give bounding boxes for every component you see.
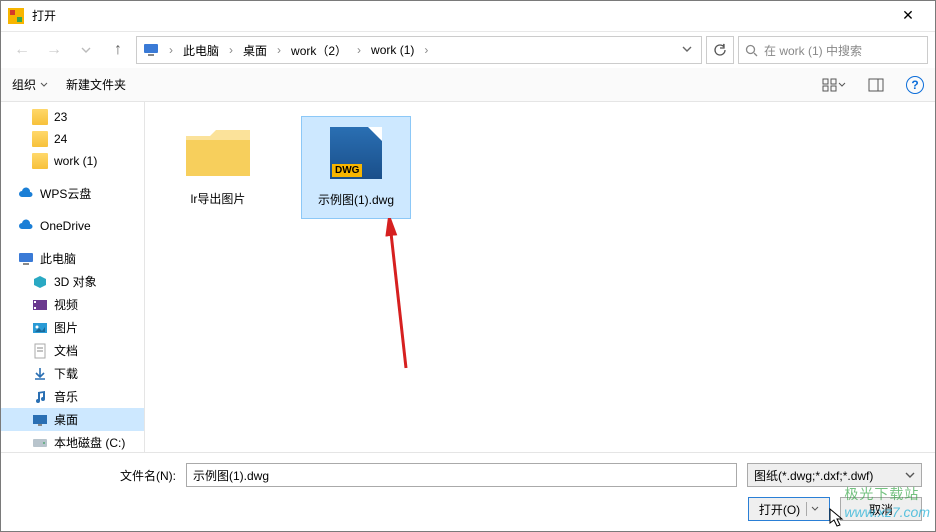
chevron-icon: ›: [353, 43, 365, 57]
breadcrumb-dropdown[interactable]: [679, 43, 695, 57]
search-input[interactable]: 在 work (1) 中搜索: [738, 36, 928, 64]
chevron-icon: ›: [165, 43, 177, 57]
pc-icon: [143, 42, 159, 58]
sidebar-item-3[interactable]: WPS云盘: [0, 182, 144, 205]
sidebar-item-6[interactable]: 3D 对象: [0, 270, 144, 293]
sidebar-item-2[interactable]: work (1): [0, 150, 144, 172]
view-mode-button[interactable]: [822, 73, 846, 97]
app-icon: [8, 8, 24, 24]
up-button[interactable]: ↑: [104, 36, 132, 64]
recent-dropdown[interactable]: [72, 36, 100, 64]
back-button[interactable]: ←: [8, 36, 36, 64]
chevron-icon: ›: [420, 43, 432, 57]
sidebar-item-4[interactable]: OneDrive: [0, 215, 144, 237]
sidebar-item-8[interactable]: 图片: [0, 316, 144, 339]
chevron-down-icon: [905, 470, 915, 480]
file-list: lr导出图片示例图(1).dwg: [145, 102, 936, 452]
refresh-button[interactable]: [706, 36, 734, 64]
file-item-0[interactable]: lr导出图片: [163, 116, 273, 217]
cancel-button[interactable]: 取消: [840, 497, 922, 521]
chevron-icon: ›: [225, 43, 237, 57]
sidebar-item-0[interactable]: 23: [0, 106, 144, 128]
sidebar-item-13[interactable]: 本地磁盘 (C:): [0, 431, 144, 452]
new-folder-button[interactable]: 新建文件夹: [66, 76, 126, 93]
sidebar-item-7[interactable]: 视频: [0, 293, 144, 316]
search-placeholder: 在 work (1) 中搜索: [764, 42, 862, 59]
sidebar-item-11[interactable]: 音乐: [0, 385, 144, 408]
sidebar-item-12[interactable]: 桌面: [0, 408, 144, 431]
help-button[interactable]: ?: [906, 76, 924, 94]
crumb-2[interactable]: work（2）: [287, 40, 351, 61]
file-type-filter[interactable]: 图纸(*.dwg;*.dxf;*.dwf): [747, 463, 922, 487]
titlebar: 打开 ✕: [0, 0, 936, 32]
toolbar: 组织 新建文件夹 ?: [0, 68, 936, 102]
filename-label: 文件名(N):: [120, 467, 176, 484]
forward-button[interactable]: →: [40, 36, 68, 64]
footer: 文件名(N): 图纸(*.dwg;*.dxf;*.dwf) 打开(O) 取消: [0, 452, 936, 531]
organize-menu[interactable]: 组织: [12, 76, 48, 93]
crumb-0[interactable]: 此电脑: [179, 40, 223, 61]
preview-pane-button[interactable]: [864, 73, 888, 97]
crumb-3[interactable]: work (1): [367, 41, 418, 59]
sidebar-item-10[interactable]: 下载: [0, 362, 144, 385]
search-icon: [745, 44, 758, 57]
navbar: ← → ↑ › 此电脑 › 桌面 › work（2） › work (1) › …: [0, 32, 936, 68]
open-button[interactable]: 打开(O): [748, 497, 830, 521]
filename-input[interactable]: [186, 463, 737, 487]
sidebar-item-5[interactable]: 此电脑: [0, 247, 144, 270]
chevron-icon: ›: [273, 43, 285, 57]
crumb-1[interactable]: 桌面: [239, 40, 271, 61]
breadcrumb[interactable]: › 此电脑 › 桌面 › work（2） › work (1) ›: [136, 36, 702, 64]
window-title: 打开: [32, 7, 888, 24]
sidebar-item-1[interactable]: 24: [0, 128, 144, 150]
sidebar: 2324work (1) WPS云盘 OneDrive 此电脑3D 对象视频图片文档下…: [0, 102, 145, 452]
file-item-1[interactable]: 示例图(1).dwg: [301, 116, 411, 219]
sidebar-item-9[interactable]: 文档: [0, 339, 144, 362]
close-button[interactable]: ✕: [888, 7, 928, 24]
